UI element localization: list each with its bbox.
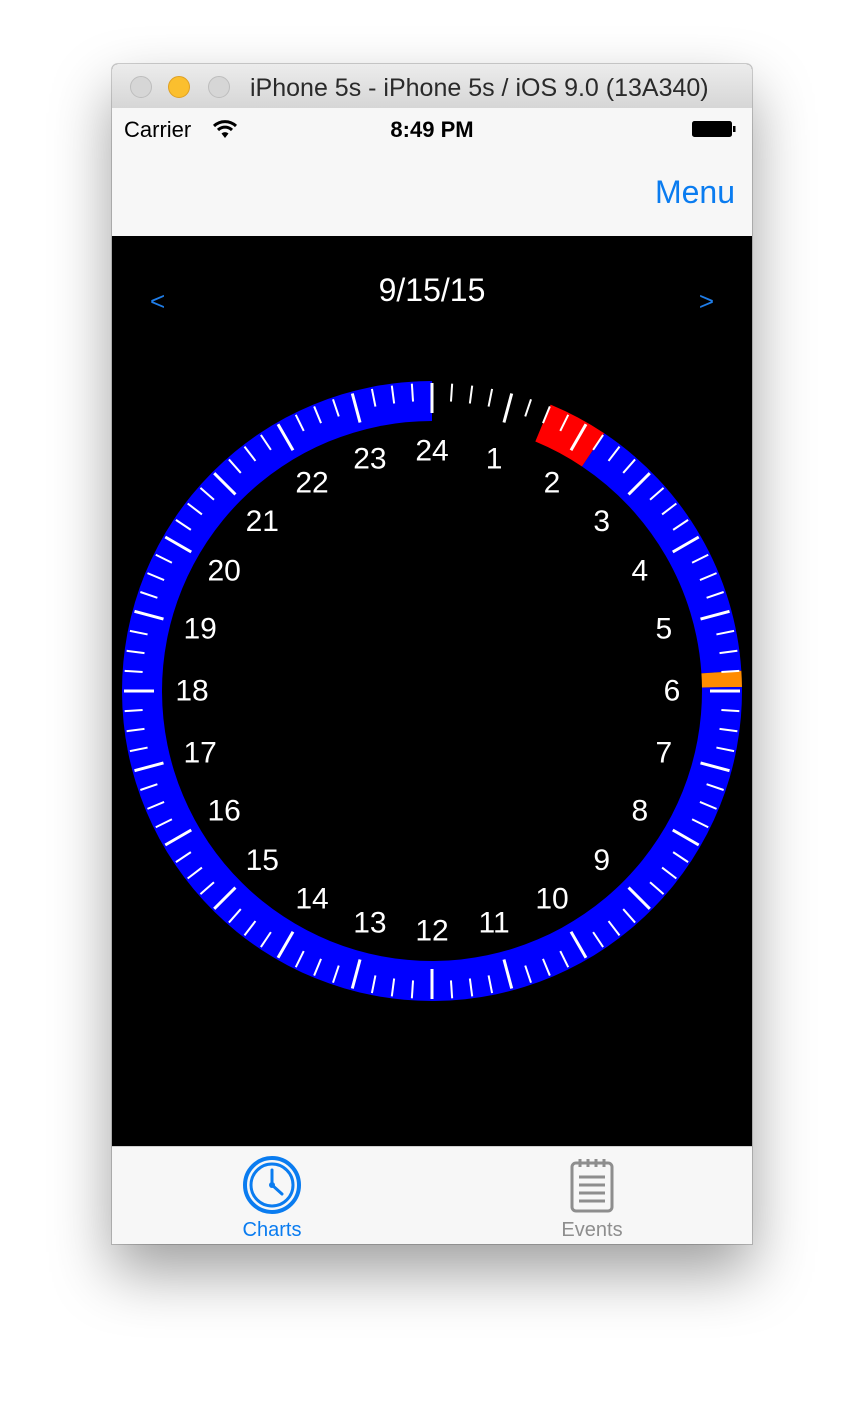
hour-label-17: 17 bbox=[183, 737, 216, 770]
simulator-window: iPhone 5s - iPhone 5s / iOS 9.0 (13A340)… bbox=[112, 64, 752, 1244]
tab-bar: Charts Events bbox=[112, 1146, 752, 1244]
hour-label-21: 21 bbox=[246, 505, 279, 538]
ring-tick bbox=[449, 980, 454, 999]
tab-label: Charts bbox=[242, 1219, 302, 1241]
notepad-icon bbox=[570, 1159, 614, 1213]
ring-tick bbox=[124, 669, 143, 674]
ring-tick bbox=[449, 383, 454, 402]
hour-label-12: 12 bbox=[415, 915, 448, 948]
hour-label-22: 22 bbox=[295, 467, 328, 500]
tab-label: Events bbox=[561, 1219, 623, 1241]
status-time: 8:49 PM bbox=[390, 117, 474, 142]
hour-label-13: 13 bbox=[353, 906, 386, 939]
tab-events[interactable]: Events bbox=[432, 1147, 752, 1244]
ring-tick bbox=[410, 980, 415, 999]
hour-label-11: 11 bbox=[479, 906, 510, 939]
battery-icon bbox=[692, 121, 736, 137]
hour-label-9: 9 bbox=[593, 844, 610, 877]
chart-area: < 9/15/15 > 1 2 3 4 5 6 7 8 9 10 11 12 13 14 15 16 17 18 1… bbox=[112, 236, 752, 1146]
hour-label-6: 6 bbox=[664, 675, 681, 708]
hour-label-5: 5 bbox=[655, 612, 672, 645]
hour-label-14: 14 bbox=[295, 882, 328, 915]
menu-button[interactable]: Menu bbox=[655, 174, 735, 211]
clock-icon bbox=[243, 1156, 301, 1214]
hour-label-15: 15 bbox=[246, 844, 279, 877]
hour-label-18: 18 bbox=[175, 675, 208, 708]
hour-label-2: 2 bbox=[544, 467, 561, 500]
hour-label-1: 1 bbox=[486, 443, 503, 476]
ring-tick bbox=[721, 669, 740, 674]
hour-label-3: 3 bbox=[593, 505, 610, 538]
minimize-window-button[interactable] bbox=[168, 76, 190, 98]
window-titlebar: iPhone 5s - iPhone 5s / iOS 9.0 (13A340) bbox=[112, 64, 752, 109]
ring-tick bbox=[721, 708, 740, 713]
ring-segment-3 bbox=[701, 670, 742, 688]
hour-label-23: 23 bbox=[353, 443, 386, 476]
tab-charts[interactable]: Charts bbox=[112, 1147, 432, 1244]
hour-label-20: 20 bbox=[207, 555, 240, 588]
window-title: iPhone 5s - iPhone 5s / iOS 9.0 (13A340) bbox=[250, 74, 709, 102]
ring-tick bbox=[124, 708, 143, 713]
hour-label-7: 7 bbox=[655, 737, 672, 770]
hour-label-24: 24 bbox=[415, 435, 448, 468]
ring-tick bbox=[410, 383, 415, 402]
hour-label-4: 4 bbox=[632, 555, 649, 588]
radial-clock-chart: 1234567891011121314151617181920212223 24 bbox=[122, 381, 743, 1001]
hour-label-10: 10 bbox=[535, 882, 568, 915]
close-window-button[interactable] bbox=[130, 76, 152, 98]
hour-label-16: 16 bbox=[207, 795, 240, 828]
status-bar: Carrier 8:49 PM bbox=[112, 108, 752, 148]
hour-label-19: 19 bbox=[183, 612, 216, 645]
zoom-window-button[interactable] bbox=[208, 76, 230, 98]
navigation-bar: Menu bbox=[112, 148, 752, 237]
hour-label-8: 8 bbox=[632, 795, 649, 828]
